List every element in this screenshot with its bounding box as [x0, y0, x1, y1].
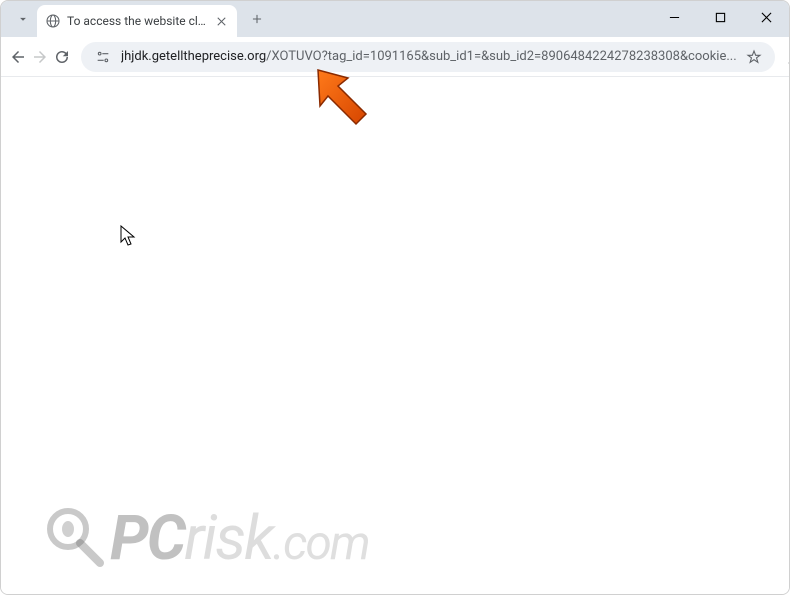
tune-icon — [95, 49, 111, 65]
bookmark-button[interactable] — [745, 48, 763, 66]
plus-icon — [250, 12, 264, 26]
window-controls — [651, 1, 789, 37]
url-domain: jhjdk.getelltheprecise.org — [121, 49, 266, 64]
reload-button[interactable] — [53, 41, 71, 73]
toolbar: jhjdk.getelltheprecise.org/XOTUVO?tag_id… — [1, 37, 789, 77]
tab-close-button[interactable] — [213, 13, 229, 29]
star-icon — [746, 49, 762, 65]
url-text: jhjdk.getelltheprecise.org/XOTUVO?tag_id… — [121, 49, 737, 64]
browser-window: To access the website click the — [0, 0, 790, 595]
url-path: /XOTUVO?tag_id=1091165&sub_id1=&sub_id2=… — [266, 49, 736, 64]
forward-button[interactable] — [31, 41, 49, 73]
close-icon — [761, 12, 772, 23]
page-content — [1, 77, 789, 594]
address-bar[interactable]: jhjdk.getelltheprecise.org/XOTUVO?tag_id… — [81, 42, 775, 72]
minimize-button[interactable] — [651, 1, 697, 33]
back-button[interactable] — [9, 41, 27, 73]
close-icon — [217, 17, 226, 26]
tab-title: To access the website click the — [67, 14, 207, 28]
titlebar: To access the website click the — [1, 1, 789, 37]
chevron-down-icon — [16, 12, 30, 26]
download-icon — [785, 48, 790, 66]
arrow-right-icon — [31, 48, 49, 66]
downloads-button[interactable] — [785, 41, 790, 73]
reload-icon — [53, 48, 71, 66]
new-tab-button[interactable] — [243, 5, 271, 33]
browser-tab[interactable]: To access the website click the — [37, 5, 237, 37]
close-window-button[interactable] — [743, 1, 789, 33]
site-settings-button[interactable] — [93, 47, 113, 67]
maximize-button[interactable] — [697, 1, 743, 33]
tabs-dropdown-button[interactable] — [9, 5, 37, 33]
globe-icon — [45, 13, 61, 29]
arrow-left-icon — [9, 48, 27, 66]
maximize-icon — [715, 12, 726, 23]
minimize-icon — [669, 12, 680, 23]
